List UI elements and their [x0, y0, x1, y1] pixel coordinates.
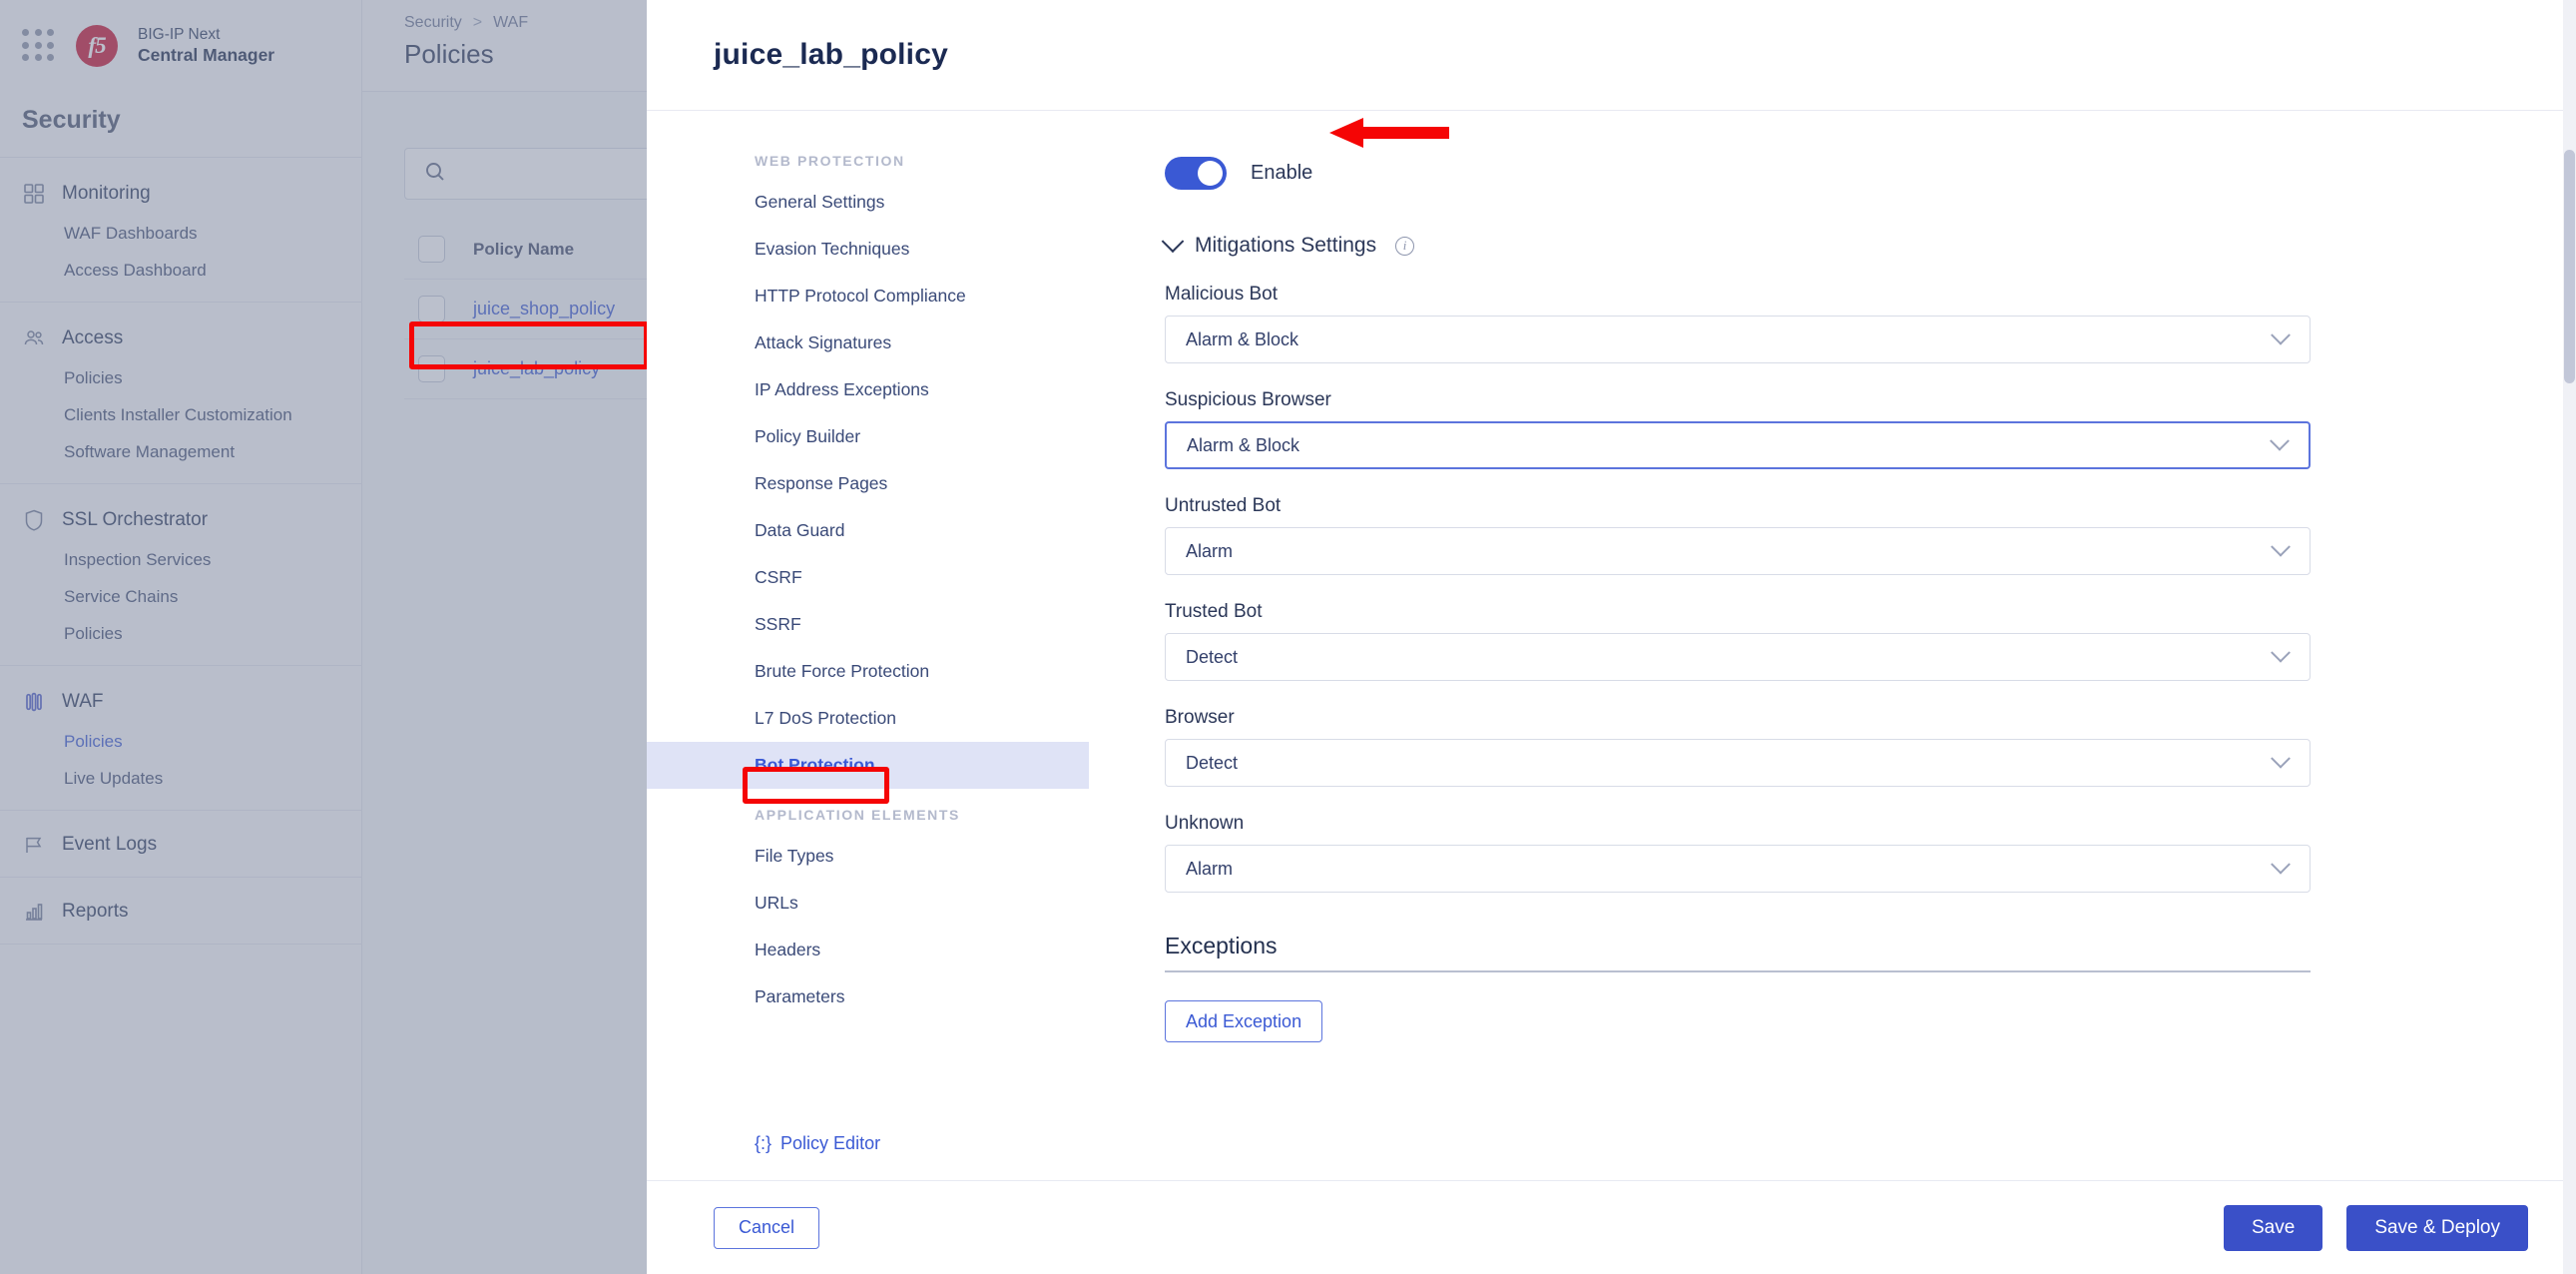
modal-content: Enable Mitigations Settings i Malicious …: [1089, 111, 2576, 1180]
chevron-down-icon: [1161, 230, 1185, 254]
modal-sidebar-footer: {:} Policy Editor: [647, 1123, 1089, 1180]
field-label: Unknown: [1165, 813, 1245, 834]
enable-label: Enable: [1251, 162, 1313, 184]
suspicious-browser-select[interactable]: Alarm & Block: [1165, 421, 2311, 469]
modal-footer: Cancel Save Save & Deploy: [647, 1180, 2576, 1274]
modal-header: juice_lab_policy: [647, 0, 2576, 111]
modal-sidebar: WEB PROTECTION General Settings Evasion …: [647, 111, 1089, 1180]
field-label: Malicious Bot: [1165, 284, 1278, 305]
modal-nav-item-response-pages[interactable]: Response Pages: [647, 460, 1089, 507]
modal-nav-item-headers[interactable]: Headers: [647, 927, 1089, 973]
untrusted-bot-select[interactable]: Alarm: [1165, 527, 2311, 575]
modal-title: juice_lab_policy: [714, 38, 948, 71]
annotation-arrow-enable: [1329, 118, 1449, 148]
modal-nav-item-csrf[interactable]: CSRF: [647, 554, 1089, 601]
select-value: Alarm & Block: [1186, 328, 1299, 349]
chevron-down-icon: [2270, 430, 2290, 451]
select-value: Detect: [1186, 752, 1239, 773]
modal-nav-item-ssrf[interactable]: SSRF: [647, 601, 1089, 648]
field-suspicious-browser: Suspicious Browser Alarm & Block: [1165, 389, 2311, 469]
policy-edit-modal: juice_lab_policy WEB PROTECTION General …: [647, 0, 2576, 1274]
modal-nav-item-file-types[interactable]: File Types: [647, 833, 1089, 880]
modal-nav-item-http-protocol-compliance[interactable]: HTTP Protocol Compliance: [647, 273, 1089, 319]
add-exception-button[interactable]: Add Exception: [1165, 1000, 1323, 1042]
vertical-scrollbar[interactable]: [2563, 0, 2576, 1274]
code-braces-icon: {:}: [755, 1133, 773, 1153]
select-value: Alarm & Block: [1187, 434, 1300, 455]
modal-nav-item-parameters[interactable]: Parameters: [647, 973, 1089, 1020]
enable-row: Enable: [1165, 157, 2576, 190]
trusted-bot-select[interactable]: Detect: [1165, 633, 2311, 681]
modal-nav-item-general-settings[interactable]: General Settings: [647, 179, 1089, 226]
modal-sidebar-scroll: WEB PROTECTION General Settings Evasion …: [647, 135, 1089, 1123]
chevron-down-icon: [2271, 748, 2291, 769]
select-value: Alarm: [1186, 540, 1234, 561]
modal-nav-item-brute-force-protection[interactable]: Brute Force Protection: [647, 648, 1089, 695]
chevron-down-icon: [2271, 642, 2291, 663]
footer-actions: Save Save & Deploy: [2224, 1204, 2528, 1251]
field-label: Browser: [1165, 707, 1235, 728]
screen: f5 BIG-IP Next Central Manager Security: [0, 0, 2576, 1274]
annotation-box-bot-protection: [743, 767, 889, 804]
unknown-select[interactable]: Alarm: [1165, 845, 2311, 893]
modal-nav-item-data-guard[interactable]: Data Guard: [647, 507, 1089, 554]
toggle-knob: [1198, 161, 1223, 186]
exceptions-section: Exceptions Add Exception: [1165, 933, 2311, 1042]
policy-editor-link[interactable]: {:} Policy Editor: [755, 1133, 880, 1154]
scrollbar-thumb[interactable]: [2564, 150, 2575, 383]
mitigations-settings-header[interactable]: Mitigations Settings i: [1161, 230, 2576, 258]
chevron-down-icon: [2271, 854, 2291, 875]
exceptions-divider: [1165, 970, 2311, 972]
field-untrusted-bot: Untrusted Bot Alarm: [1165, 495, 2311, 575]
malicious-bot-select[interactable]: Alarm & Block: [1165, 316, 2311, 363]
save-and-deploy-button[interactable]: Save & Deploy: [2346, 1204, 2528, 1251]
mitigations-settings-label: Mitigations Settings: [1195, 234, 1377, 257]
modal-body: WEB PROTECTION General Settings Evasion …: [647, 111, 2576, 1180]
modal-nav-item-ip-address-exceptions[interactable]: IP Address Exceptions: [647, 366, 1089, 413]
modal-nav-item-urls[interactable]: URLs: [647, 880, 1089, 927]
browser-select[interactable]: Detect: [1165, 739, 2311, 787]
save-button[interactable]: Save: [2224, 1204, 2323, 1251]
enable-toggle[interactable]: [1165, 157, 1227, 190]
modal-nav-item-policy-builder[interactable]: Policy Builder: [647, 413, 1089, 460]
field-browser: Browser Detect: [1165, 707, 2311, 787]
modal-nav-item-evasion-techniques[interactable]: Evasion Techniques: [647, 226, 1089, 273]
field-unknown: Unknown Alarm: [1165, 813, 2311, 893]
annotation-box-juice-lab-policy: [409, 321, 649, 369]
exceptions-title: Exceptions: [1165, 933, 1278, 958]
field-trusted-bot: Trusted Bot Detect: [1165, 601, 2311, 681]
chevron-down-icon: [2271, 324, 2291, 345]
modal-nav-section-web-protection: WEB PROTECTION: [755, 153, 905, 169]
field-label: Untrusted Bot: [1165, 495, 1282, 516]
modal-nav-item-attack-signatures[interactable]: Attack Signatures: [647, 319, 1089, 366]
select-value: Detect: [1186, 646, 1239, 667]
field-malicious-bot: Malicious Bot Alarm & Block: [1165, 284, 2311, 363]
field-label: Trusted Bot: [1165, 601, 1263, 622]
policy-editor-label: Policy Editor: [780, 1133, 881, 1153]
select-value: Alarm: [1186, 858, 1234, 879]
field-label: Suspicious Browser: [1165, 389, 1331, 410]
cancel-button[interactable]: Cancel: [714, 1206, 820, 1249]
chevron-down-icon: [2271, 536, 2291, 557]
modal-nav-item-l7-dos-protection[interactable]: L7 DoS Protection: [647, 695, 1089, 742]
info-icon[interactable]: i: [1395, 236, 1415, 256]
